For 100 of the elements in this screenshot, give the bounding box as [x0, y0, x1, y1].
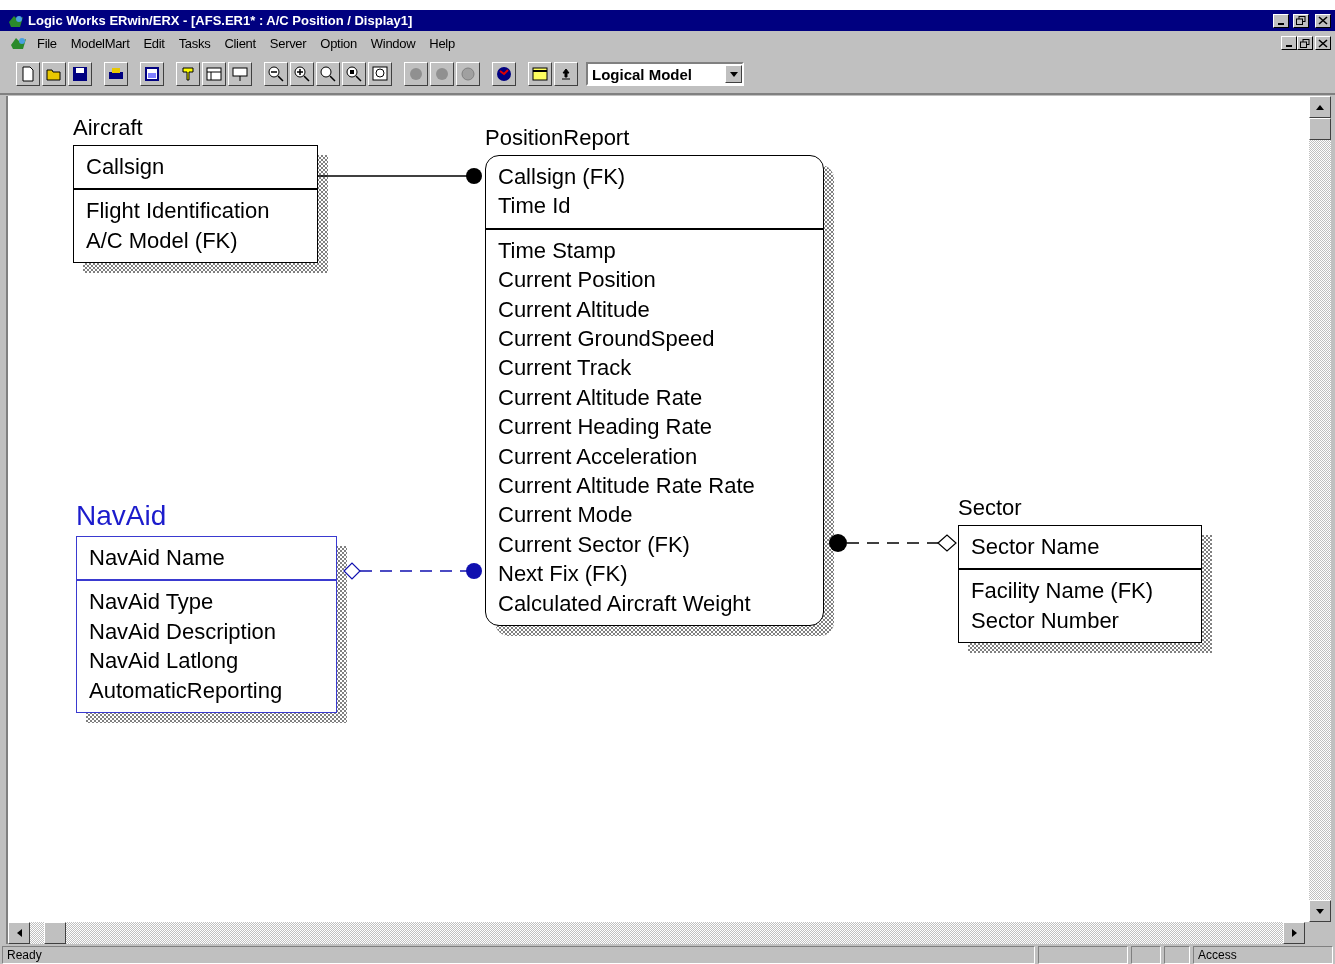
attribute: Time Stamp: [498, 236, 617, 265]
attribute: A/C Model (FK): [86, 226, 239, 255]
menu-item[interactable]: Option: [313, 35, 364, 51]
restore-button[interactable]: [1297, 36, 1313, 50]
window-title: Logic Works ERwin/ERX - [AFS.ER1* : A/C Position / Display1]: [28, 13, 414, 28]
minimize-button[interactable]: [1281, 36, 1297, 50]
entity-name: NavAid: [76, 502, 168, 530]
attribute: NavAid Description: [89, 617, 278, 646]
key-attribute: NavAid Name: [89, 544, 226, 572]
fit-page-icon: [371, 65, 389, 83]
attribute: Facility Name (FK): [971, 577, 1155, 606]
toolbar-button[interactable]: [176, 62, 200, 86]
toolbar-button[interactable]: [104, 62, 128, 86]
scroll-up-button[interactable]: [1309, 96, 1331, 118]
document-icon: [10, 36, 28, 50]
entity-name: Aircraft: [73, 117, 144, 139]
entity-name: Sector: [958, 497, 1023, 519]
window-icon: [143, 65, 161, 83]
entity-box[interactable]: NavAid Name NavAid Type NavAid Description NavAid Latlong AutomaticReporting: [76, 536, 337, 714]
menu-item[interactable]: Tasks: [171, 35, 218, 51]
new-file-icon: [19, 65, 37, 83]
toolbar-button[interactable]: [290, 62, 314, 86]
attribute: Flight Identification: [86, 197, 271, 226]
restore-icon: [1296, 16, 1306, 25]
attribute: Current Acceleration: [498, 442, 699, 471]
entity-box[interactable]: Sector Name Facility Name (FK) Sector Number: [958, 525, 1202, 644]
minimize-button[interactable]: [1273, 13, 1289, 28]
attribute: NavAid Type: [89, 588, 215, 617]
toolbar-button[interactable]: [342, 62, 366, 86]
down-arrow-icon: [1316, 908, 1324, 914]
attribute: Current Heading Rate: [498, 413, 713, 442]
tag-icon: [179, 65, 197, 83]
toolbar-button[interactable]: [456, 62, 480, 86]
attribute: Calculated Aircraft Weight: [498, 589, 752, 618]
magnifier-icon: [345, 65, 363, 83]
key-attribute: Callsign: [86, 153, 166, 181]
status-pane: [1131, 946, 1161, 964]
entity-box[interactable]: Callsign Flight Identification A/C Model (FK): [73, 145, 318, 264]
toolbar-button[interactable]: [264, 62, 288, 86]
attribute: Next Fix (FK): [498, 560, 629, 589]
blob-icon: [433, 65, 451, 83]
close-icon: [1318, 16, 1328, 25]
toolbar-button[interactable]: [316, 62, 340, 86]
toolbar-button[interactable]: [42, 62, 66, 86]
attribute: Current Altitude Rate Rate: [498, 472, 756, 501]
toolbar-button[interactable]: [430, 62, 454, 86]
relationship-line[interactable]: [829, 534, 957, 552]
dropdown-arrow-icon: [729, 71, 738, 77]
attribute: NavAid Latlong: [89, 647, 240, 676]
entity-name: PositionReport: [485, 127, 631, 149]
status-message: Ready: [2, 946, 1035, 964]
scroll-thumb[interactable]: [1309, 118, 1331, 140]
blob-icon: [407, 65, 425, 83]
menu-item[interactable]: Help: [422, 35, 462, 51]
zoom-in-icon: [293, 65, 311, 83]
close-button[interactable]: [1315, 13, 1331, 28]
toolbar-button[interactable]: [368, 62, 392, 86]
attribute: Current Altitude: [498, 295, 651, 324]
key-attribute: Callsign (FK): [498, 163, 627, 191]
menu-item[interactable]: File: [30, 35, 64, 51]
status-pane: [1164, 946, 1190, 964]
toolbar-button[interactable]: [228, 62, 252, 86]
toolbar-button[interactable]: [492, 62, 516, 86]
status-mode: Access: [1193, 946, 1333, 964]
screen-icon: [531, 65, 549, 83]
attribute: Current Position: [498, 266, 657, 295]
menu-item[interactable]: Client: [217, 35, 263, 51]
magnifier-icon: [319, 65, 337, 83]
key-attribute: Time Id: [498, 192, 572, 221]
toolbar-button[interactable]: [404, 62, 428, 86]
toolbar-button[interactable]: [140, 62, 164, 86]
model-dropdown[interactable]: Logical Model: [586, 62, 744, 86]
scroll-right-button[interactable]: [1283, 922, 1305, 944]
zoom-out-icon: [267, 65, 285, 83]
menu-item[interactable]: Edit: [136, 35, 172, 51]
menu-item[interactable]: ModelMart: [63, 35, 137, 51]
panel-icon: [205, 65, 223, 83]
toolbar-button[interactable]: [16, 62, 40, 86]
restore-button[interactable]: [1293, 13, 1309, 28]
minimize-icon: [1286, 45, 1292, 47]
scroll-down-button[interactable]: [1309, 900, 1331, 922]
sign-icon: [231, 65, 249, 83]
toolbar-button[interactable]: [554, 62, 578, 86]
restore-icon: [1300, 38, 1310, 48]
scroll-thumb[interactable]: [44, 922, 66, 944]
toolbar-button[interactable]: [68, 62, 92, 86]
toolbar-button[interactable]: [202, 62, 226, 86]
attribute: Current Sector (FK): [498, 530, 691, 559]
entity-box[interactable]: [485, 155, 824, 627]
toolbar-button[interactable]: [528, 62, 552, 86]
attribute: Current GroundSpeed: [498, 325, 716, 354]
scroll-left-button[interactable]: [8, 922, 30, 944]
menu-item[interactable]: Window: [363, 35, 423, 51]
key-attribute: Sector Name: [971, 533, 1101, 561]
relationship-line[interactable]: [343, 562, 482, 580]
menu-item[interactable]: Server: [262, 35, 314, 51]
close-button[interactable]: [1315, 36, 1331, 50]
attribute: Sector Number: [971, 606, 1120, 635]
attribute: Current Mode: [498, 501, 634, 530]
relationship-line[interactable]: [317, 168, 482, 184]
